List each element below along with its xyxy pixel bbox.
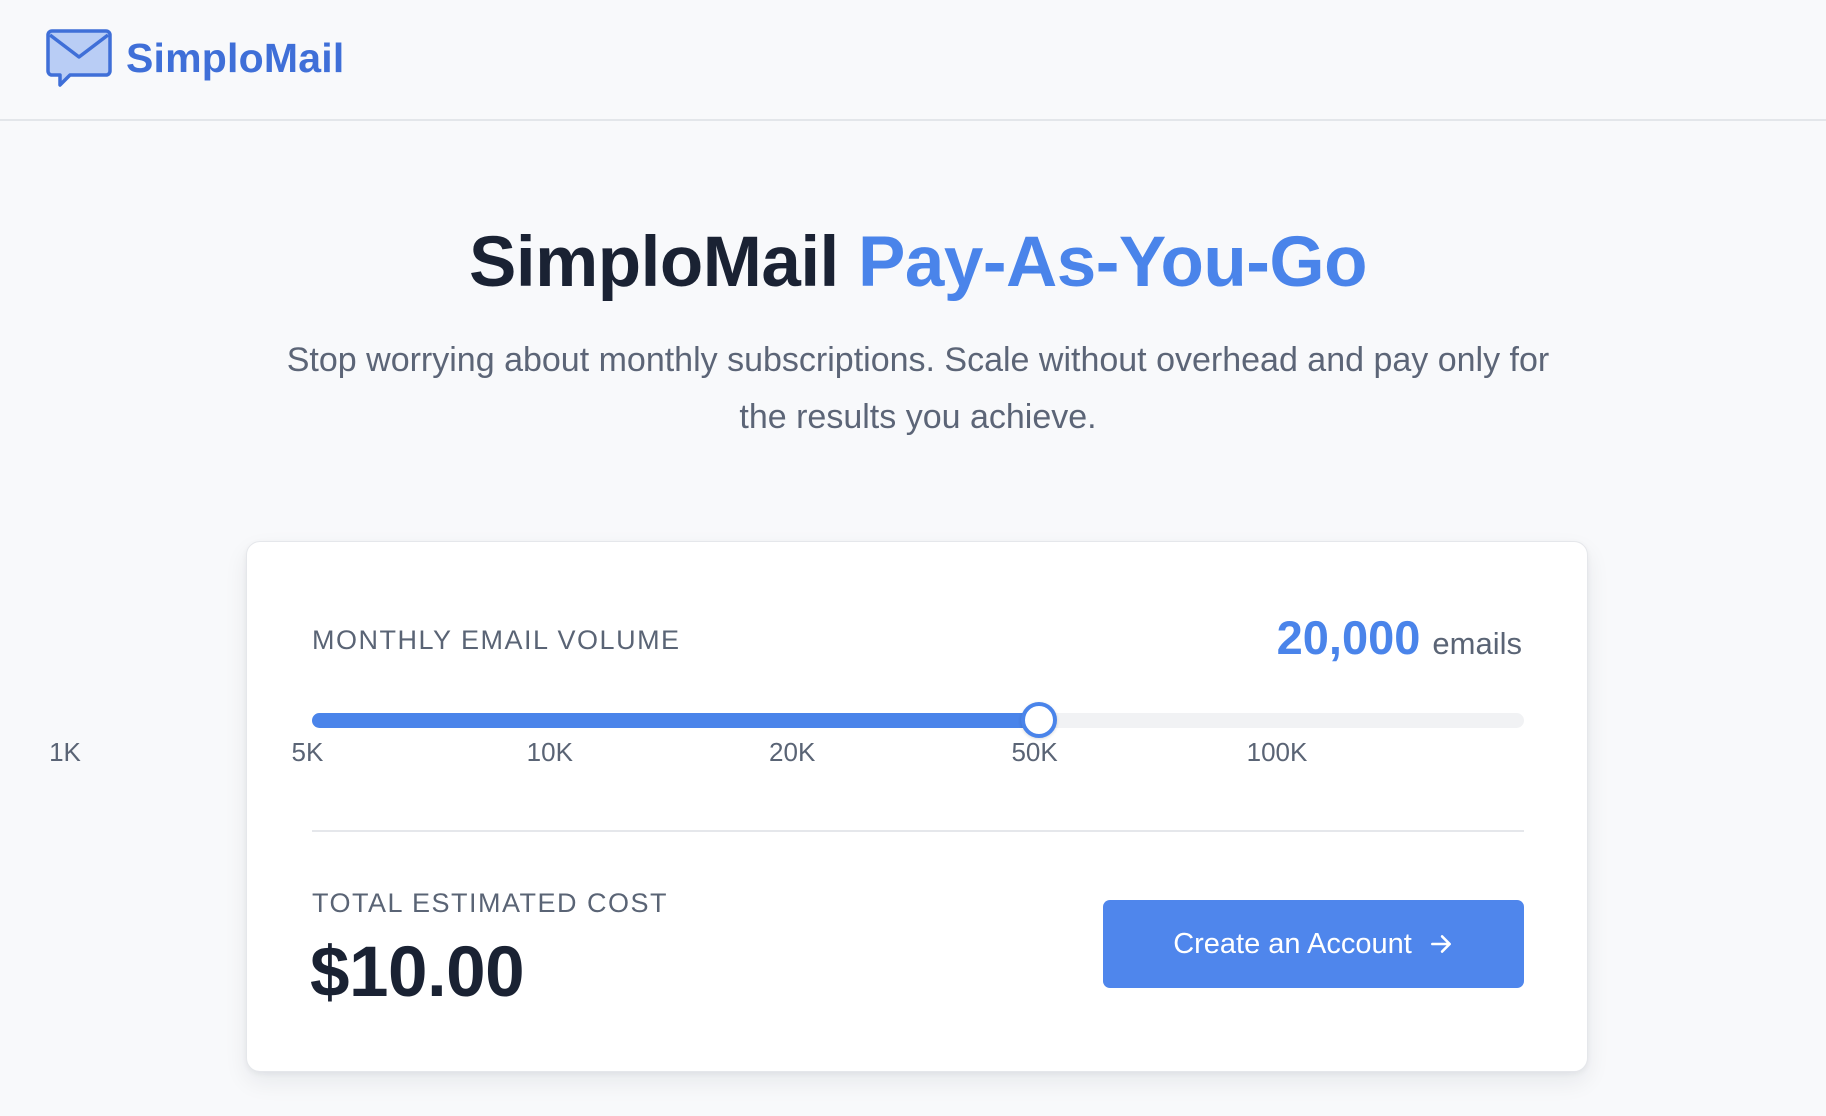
arrow-right-icon	[1430, 935, 1451, 953]
volume-slider[interactable]	[312, 700, 1524, 740]
page-title-primary: SimploMail	[469, 223, 839, 302]
slider-tick-10k[interactable]: 10K	[527, 737, 573, 768]
slider-tick-20k[interactable]: 20K	[769, 737, 815, 768]
page-title: SimploMail Pay-As-You-Go	[0, 218, 1826, 308]
cost-value: $10.00	[310, 933, 525, 1012]
mail-chat-icon	[46, 29, 112, 87]
create-account-button[interactable]: Create an Account	[1103, 900, 1524, 988]
brand-logo-link[interactable]: SimploMail	[46, 28, 344, 88]
brand-name: SimploMail	[126, 34, 345, 81]
volume-readout: 20,000 emails	[1277, 610, 1522, 665]
create-account-label: Create an Account	[1173, 927, 1412, 960]
slider-fill	[312, 713, 1040, 728]
volume-label: MONTHLY EMAIL VOLUME	[312, 625, 681, 655]
slider-tick-5k[interactable]: 5K	[291, 737, 323, 768]
slider-tick-50k[interactable]: 50K	[1011, 737, 1057, 768]
slider-tick-1k[interactable]: 1K	[49, 737, 81, 768]
volume-unit: emails	[1432, 626, 1522, 661]
slider-thumb[interactable]	[1021, 702, 1058, 738]
cost-label: TOTAL ESTIMATED COST	[312, 888, 669, 918]
volume-value: 20,000	[1276, 611, 1421, 664]
page-title-accent: Pay-As-You-Go	[858, 223, 1367, 302]
slider-tick-100k[interactable]: 100K	[1247, 737, 1308, 768]
pricing-calculator-card: MONTHLY EMAIL VOLUME 20,000 emails TOTAL…	[246, 541, 1588, 1072]
page-subtitle: Stop worrying about monthly subscription…	[286, 341, 1550, 436]
top-header: SimploMail	[0, 0, 1826, 121]
section-divider	[312, 830, 1524, 832]
slider-tick-labels: 1K 5K 10K 20K 50K 100K	[49, 737, 1307, 768]
